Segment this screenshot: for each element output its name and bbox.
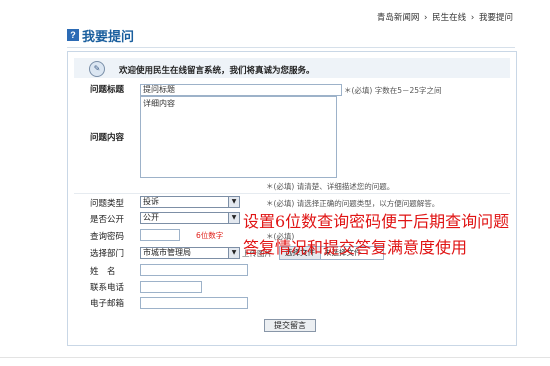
subject-input[interactable]: 提问标题 <box>140 84 342 96</box>
breadcrumb-separator: › <box>470 13 475 23</box>
name-input[interactable] <box>140 264 248 276</box>
department-select[interactable]: 市城市管理局 ▼ <box>140 247 240 259</box>
footer-divider <box>0 357 550 358</box>
annotation-line-1: 设置6位数查询密码便于后期查询问题 <box>243 212 510 231</box>
department-selected: 市城市管理局 <box>143 248 191 257</box>
welcome-text: 欢迎使用民生在线留言系统，我们将真诚为您服务。 <box>119 66 315 76</box>
title-divider <box>67 47 515 48</box>
speech-icon: ✎ <box>89 61 105 77</box>
content-hint: ＊(必填) 请清楚、详细描述您的问题。 <box>266 182 395 191</box>
public-label: 是否公开 <box>90 215 125 225</box>
name-label: 姓 名 <box>90 267 116 277</box>
category-select[interactable]: 投诉 ▼ <box>140 196 240 208</box>
submit-button[interactable]: 提交留言 <box>264 319 316 332</box>
annotation-line-2: 答复情况和提交答复满意度使用 <box>243 238 468 257</box>
breadcrumb: 青岛新闻网 › 民生在线 › 我要提问 <box>376 11 514 23</box>
chevron-down-icon: ▼ <box>228 213 239 223</box>
row-divider <box>74 193 510 194</box>
password-input[interactable] <box>140 229 180 241</box>
password-label: 查询密码 <box>90 232 125 242</box>
content-textarea[interactable]: 详细内容 <box>140 96 337 178</box>
public-selected: 公开 <box>143 213 159 222</box>
password-note: 6位数字 <box>196 231 224 240</box>
breadcrumb-item-current: 我要提问 <box>478 13 513 23</box>
page-title: 我要提问 <box>82 30 135 45</box>
question-form-panel: ✎ 欢迎使用民生在线留言系统，我们将真诚为您服务。 问题标题 提问标题 ＊(必填… <box>67 51 517 346</box>
breadcrumb-item-home[interactable]: 青岛新闻网 <box>377 13 420 23</box>
email-input[interactable] <box>140 297 248 309</box>
category-label: 问题类型 <box>90 199 125 209</box>
breadcrumb-item-section[interactable]: 民生在线 <box>432 13 466 23</box>
department-label: 选择部门 <box>90 249 125 259</box>
public-select[interactable]: 公开 ▼ <box>140 212 240 224</box>
chevron-down-icon: ▼ <box>228 248 239 258</box>
phone-input[interactable] <box>140 281 202 293</box>
question-icon: ? <box>67 29 79 41</box>
subject-label: 问题标题 <box>90 85 125 95</box>
phone-label: 联系电话 <box>90 283 125 293</box>
content-label: 问题内容 <box>90 133 125 143</box>
breadcrumb-separator: › <box>424 13 428 23</box>
chevron-down-icon: ▼ <box>228 197 239 207</box>
email-label: 电子邮箱 <box>90 299 125 309</box>
category-selected: 投诉 <box>143 197 159 206</box>
subject-hint: ＊(必填) 字数在5－25字之间 <box>344 86 442 95</box>
